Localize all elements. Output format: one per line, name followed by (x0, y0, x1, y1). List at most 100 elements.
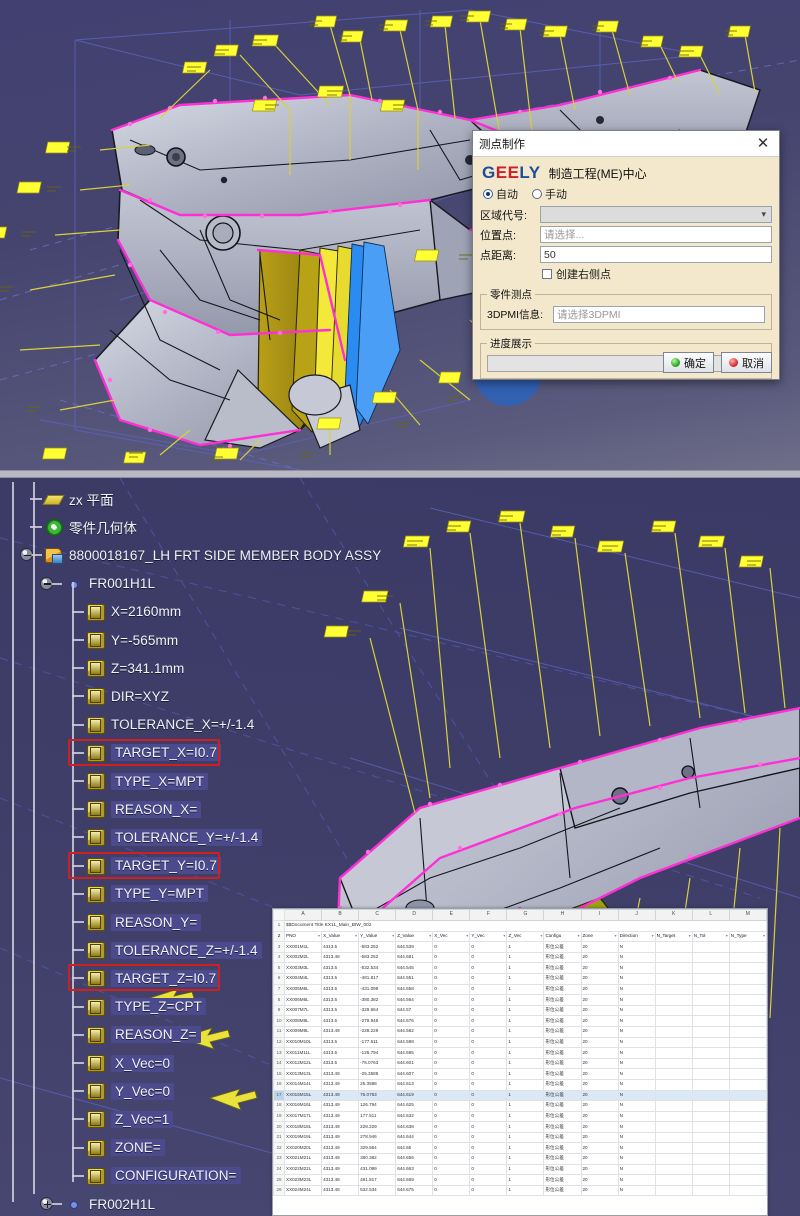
sheet-row[interactable]: 4 XX002M2L 4313.48 -583.252 644.681 0 0 1 形位公差 20… (273, 951, 767, 964)
sheet-cell[interactable]: 0 (469, 1089, 508, 1102)
sheet-cell[interactable]: 0 (432, 983, 471, 996)
sheet-cell[interactable]: 644.625 (395, 1100, 434, 1112)
pmi-input[interactable]: 请选择3DPMI (553, 306, 765, 323)
sheet-cell[interactable] (728, 994, 767, 1006)
sheet-row[interactable]: 21 XX019M19L 4313.49 278.946 644.644 0 0 1 形位公差 2… (273, 1131, 767, 1144)
sheet-cell[interactable]: XX013M13L (283, 1068, 323, 1080)
tree-item[interactable]: Y=-565mm (86, 627, 178, 653)
sheet-cell[interactable]: 20 (580, 1068, 619, 1080)
sheet-cell[interactable] (654, 1100, 693, 1112)
sheet-row[interactable]: 12 XX010M10L 4313.5 -177.511 644.588 0 0 1 形位公差 2… (273, 1036, 767, 1049)
sheet-cell[interactable]: 0 (469, 1068, 508, 1080)
sheet-cell[interactable] (654, 941, 693, 953)
radio-manual-icon[interactable] (532, 189, 542, 199)
sheet-row-number[interactable]: 4 (273, 951, 285, 964)
sheet-cell[interactable] (654, 1068, 693, 1080)
sheet-cell[interactable]: 1 (506, 951, 545, 964)
sheet-row[interactable]: 15 XX013M13L 4313.49 -25.3588 644.607 0 0 1 形位公差… (273, 1068, 767, 1080)
tree-item[interactable]: X=2160mm (86, 599, 181, 625)
sheet-cell[interactable]: XX001M1L (283, 941, 323, 953)
sheet-cell[interactable]: 4313.49 (321, 1089, 360, 1102)
sheet-cell[interactable]: 形位公差 (543, 1068, 582, 1080)
tree-item[interactable]: X_Vec=0 (86, 1050, 175, 1076)
sheet-cell[interactable] (728, 983, 767, 996)
filter-arrow-icon[interactable]: ▾ (763, 933, 765, 938)
sheet-cell[interactable]: 0 (432, 1057, 471, 1070)
sheet-cell[interactable]: 0 (432, 1110, 471, 1123)
filter-arrow-icon[interactable]: ▾ (652, 933, 654, 938)
sheet-cell[interactable]: 1 (506, 994, 545, 1006)
sheet-cell[interactable]: XX022M22L (283, 1163, 323, 1176)
sheet-cell[interactable]: XX011M11L (283, 1047, 323, 1059)
sheet-row[interactable]: 14 XX012M12L 4313.5 -76.0763 644.601 0 0 1 形位公差 2… (273, 1057, 767, 1070)
sheet-cell[interactable]: 644.57 (395, 1004, 434, 1017)
sheet-cell[interactable]: 4313.49 (321, 1078, 360, 1091)
sheet-cell[interactable]: 644.582 (395, 1025, 434, 1038)
sheet-cell[interactable]: 20 (580, 951, 619, 964)
sheet-row-number[interactable]: 5 (273, 962, 285, 974)
sheet-cell[interactable]: 644.576 (395, 1015, 434, 1027)
sheet-column-header[interactable]: C (358, 909, 397, 921)
sheet-row[interactable]: 8 XX006M6L 4313.5 -380.382 644.564 0 0 1 形位公差 20 N (273, 994, 767, 1006)
sheet-cell[interactable]: XX018M18L (283, 1121, 323, 1133)
sheet-cell[interactable]: N (617, 1057, 656, 1070)
sheet-cell[interactable]: N (617, 951, 656, 964)
tree-item[interactable]: REASON_Y= (86, 909, 202, 935)
sheet-cell[interactable]: 1 (506, 1163, 545, 1176)
sheet-cell[interactable]: 644.632 (395, 1110, 434, 1123)
sheet-cell[interactable]: 1 (506, 983, 545, 996)
sheet-cell[interactable]: 0 (432, 1004, 471, 1017)
sheet-cell[interactable]: 4313.5 (321, 962, 360, 974)
sheet-cell[interactable] (728, 1184, 767, 1197)
sheet-cell[interactable]: 380.382 (358, 1153, 397, 1165)
sheet-cell[interactable] (654, 1163, 693, 1176)
tree-item[interactable]: TYPE_Z=CPT (86, 994, 206, 1020)
sheet-cell[interactable]: XX012M12L (283, 1057, 323, 1070)
sheet-cell[interactable]: 25.3588 (358, 1078, 397, 1091)
sheet-cell[interactable]: 20 (580, 1047, 619, 1059)
sheet-cell[interactable]: XX021M21L (283, 1153, 323, 1165)
sheet-cell[interactable] (654, 1184, 693, 1197)
sheet-cell[interactable]: 644.564 (395, 994, 434, 1006)
tree-item[interactable]: REASON_Z= (86, 1022, 201, 1048)
sheet-cell[interactable]: 644.681 (395, 951, 434, 964)
sheet-cell[interactable]: 1 (506, 941, 545, 953)
sheet-cell[interactable]: 20 (580, 941, 619, 953)
sheet-cell[interactable]: 177.511 (358, 1110, 397, 1123)
sheet-cell[interactable]: 0 (432, 1121, 471, 1133)
sheet-row-number[interactable]: 21 (273, 1131, 285, 1144)
sheet-cell[interactable]: XX023M23L (283, 1174, 323, 1186)
sheet-row[interactable]: 9 XX007M7L 4313.5 -329.664 644.57 0 0 1 形位公差 20 N (273, 1004, 767, 1017)
radio-auto-icon[interactable] (483, 189, 493, 199)
sheet-cell[interactable]: 0 (469, 994, 508, 1006)
sheet-cell[interactable] (654, 983, 693, 996)
sheet-header-cell[interactable]: N_Tol ▾ (691, 930, 730, 943)
sheet-cell[interactable]: 0 (432, 1131, 471, 1144)
sheet-cell[interactable] (691, 1100, 730, 1112)
sheet-row-number[interactable]: 25 (273, 1174, 285, 1186)
sheet-cell[interactable]: 4313.5 (321, 1036, 360, 1049)
sheet-cell[interactable] (728, 1025, 767, 1038)
chevron-down-icon[interactable]: ▾ (761, 209, 766, 220)
sheet-cell[interactable]: 644.65 (395, 1142, 434, 1155)
filter-arrow-icon[interactable]: ▾ (503, 933, 505, 938)
sheet-row-number[interactable]: 13 (273, 1047, 285, 1059)
sheet-row-number[interactable]: 17 (273, 1089, 285, 1102)
sheet-column-header[interactable]: A (283, 909, 323, 921)
sheet-cell[interactable]: 形位公差 (543, 941, 582, 953)
spreadsheet-table[interactable]: ABCDEFGHIJKLM 1 $$Document Title KX11_Mai… (273, 909, 767, 1197)
sheet-cell[interactable] (654, 1015, 693, 1027)
sheet-cell[interactable]: 4313.5 (321, 1004, 360, 1017)
dialog-title-bar[interactable]: 测点制作 ✕ (473, 131, 779, 157)
sheet-cell[interactable]: -532.534 (358, 962, 397, 974)
close-icon[interactable]: ✕ (753, 134, 773, 154)
sheet-cell[interactable]: 1 (506, 1174, 545, 1186)
sheet-cell[interactable]: 644.669 (395, 1174, 434, 1186)
sheet-header-cell[interactable]: Y_Vec ▾ (469, 930, 508, 943)
sheet-cell[interactable] (691, 1068, 730, 1080)
sheet-row[interactable]: 25 XX023M23L 4313.48 481.817 644.669 0 0 1 形位公差 2… (273, 1174, 767, 1186)
sheet-cell[interactable]: 1 (506, 1110, 545, 1123)
sheet-cell[interactable]: N (617, 983, 656, 996)
radio-manual[interactable]: 手动 (532, 186, 567, 202)
measurement-point-dialog[interactable]: 测点制作 ✕ GEELY 制造工程(ME)中心 自动 手动 区域代号: ▾ 位置… (472, 130, 780, 380)
